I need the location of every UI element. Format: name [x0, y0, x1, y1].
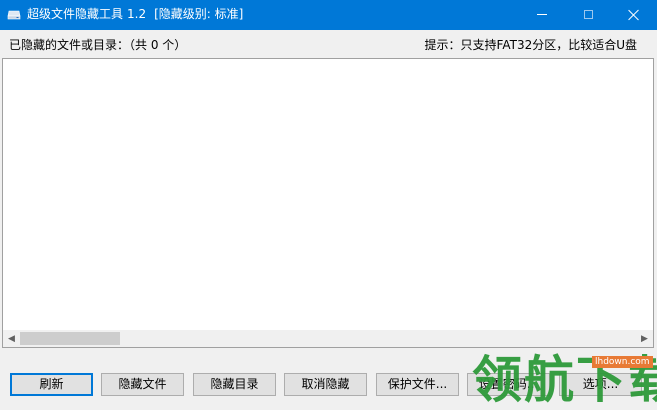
scrollbar-thumb[interactable] [20, 332, 120, 345]
app-name: 超级文件隐藏工具 [27, 7, 124, 21]
window-title: 超级文件隐藏工具 1.2 [隐藏级别: 标准] [27, 0, 243, 28]
hint-text: 提示：只支持FAT32分区，比较适合U盘 [424, 38, 637, 52]
minimize-icon [537, 14, 547, 15]
hidden-list-label: 已隐藏的文件或目录：（共 0 个） [9, 38, 187, 52]
protect-file-button[interactable]: 保护文件... [376, 373, 459, 396]
horizontal-scrollbar[interactable]: ◀ ▶ [3, 330, 653, 347]
close-button[interactable] [611, 0, 657, 29]
scroll-right-icon[interactable]: ▶ [636, 330, 653, 347]
minimize-button[interactable] [519, 0, 565, 29]
hidden-items-list[interactable]: ◀ ▶ [2, 58, 654, 348]
refresh-button[interactable]: 刷新 [10, 373, 93, 396]
app-version: 1.2 [127, 7, 147, 21]
drive-icon [7, 10, 21, 20]
hide-level: [隐藏级别: 标准] [154, 7, 244, 21]
unhide-button[interactable]: 取消隐藏 [284, 373, 367, 396]
set-password-button[interactable]: 设置密码... [467, 373, 550, 396]
options-button[interactable]: 选项... [559, 373, 642, 396]
maximize-button[interactable] [565, 0, 611, 29]
watermark-site: lhdown.com [592, 356, 653, 368]
scroll-left-icon[interactable]: ◀ [3, 330, 20, 347]
hide-file-button[interactable]: 隐藏文件 [101, 373, 184, 396]
title-bar[interactable]: 超级文件隐藏工具 1.2 [隐藏级别: 标准] [0, 0, 657, 30]
hide-directory-button[interactable]: 隐藏目录 [193, 373, 276, 396]
maximize-icon [583, 10, 593, 19]
close-icon [628, 9, 640, 21]
